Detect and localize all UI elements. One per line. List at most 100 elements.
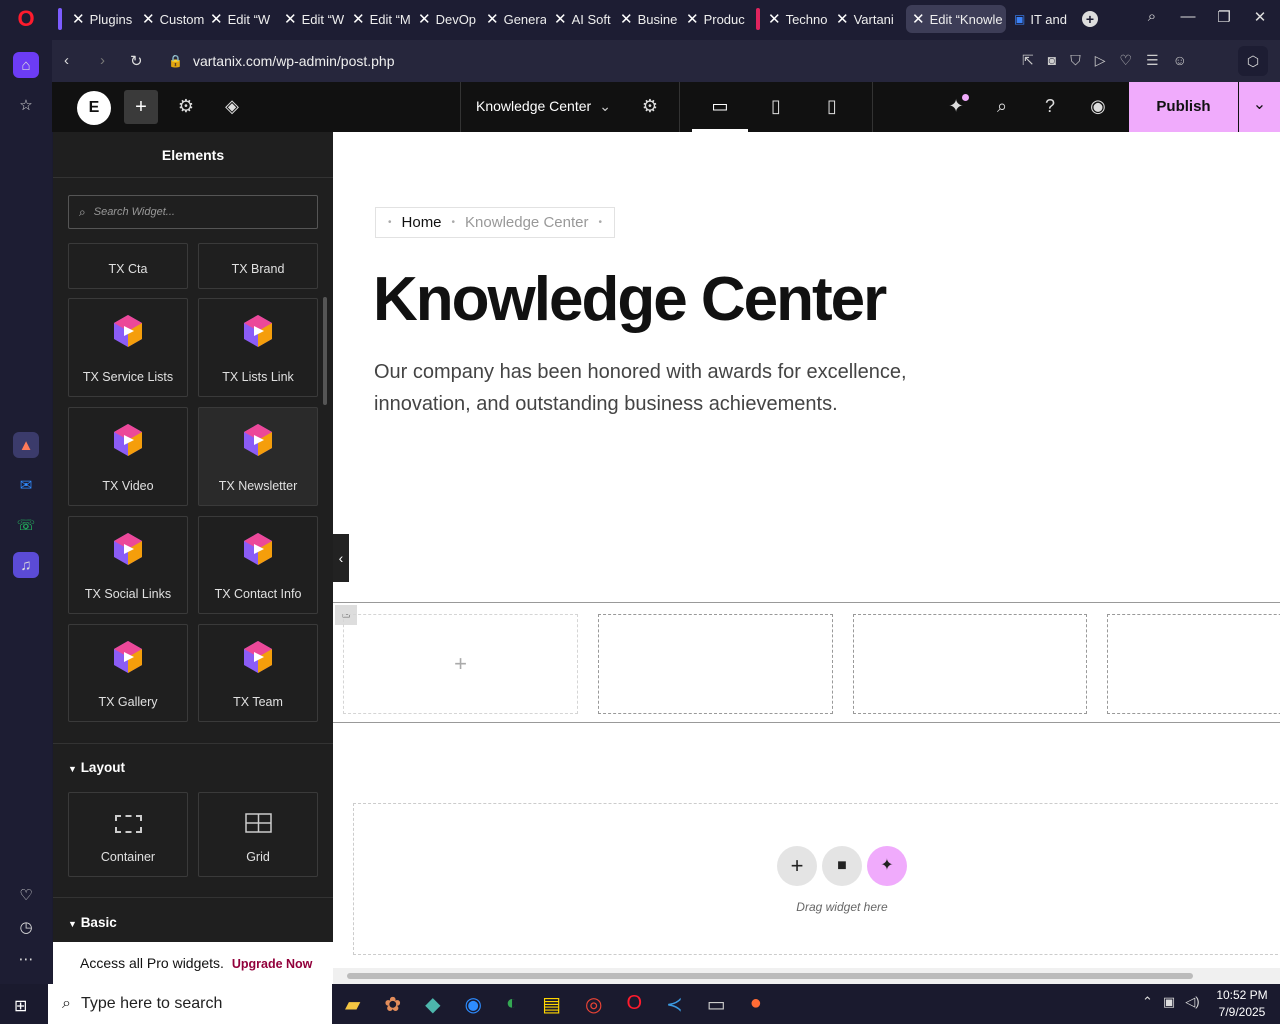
opera-icon[interactable]: O [626,992,642,1017]
messenger-icon[interactable]: ✉ [13,472,39,498]
ai-sparkle-icon[interactable]: ✦ [867,846,907,886]
tab[interactable]: ✕ Plugins [66,5,136,33]
tray-chevron-icon[interactable]: ⌃ [1142,994,1153,1010]
tab[interactable]: ✕ Busine [614,5,680,33]
tab[interactable]: ▣ IT and [1008,5,1076,33]
terminal-icon[interactable]: ▭ [707,992,726,1017]
widget-card[interactable]: TX Brand [198,243,318,289]
windows-start-icon[interactable]: ⊞ [14,996,27,1016]
widget-card[interactable]: TX Gallery [68,624,188,722]
help-icon[interactable]: ? [1038,96,1062,117]
structure-icon[interactable]: ◈ [220,96,244,117]
home-icon[interactable]: ⌂ [13,52,39,78]
taskbar-search[interactable]: ⌕ Type here to search [48,984,332,1024]
widget-card[interactable]: TX Cta [68,243,188,289]
drop-zone[interactable]: + ■ ✦ Drag widget here [353,803,1280,955]
add-element-icon[interactable]: + [124,90,158,124]
whatsapp-icon[interactable]: ☏ [13,512,39,538]
upgrade-now-link[interactable]: Upgrade Now [232,957,313,971]
new-tab-icon[interactable]: + [1082,11,1098,27]
scrollbar-thumb[interactable] [347,973,1193,979]
empty-column[interactable] [1107,614,1280,714]
widget-card[interactable]: TX Contact Info [198,516,318,614]
tab[interactable]: ✕ AI Soft [548,5,614,33]
close-window-icon[interactable]: ✕ [1248,8,1272,26]
tab-active[interactable]: ✕ Edit “Knowle [906,5,1006,33]
reload-icon[interactable]: ↻ [130,52,143,70]
network-icon[interactable]: ▣ [1163,994,1175,1010]
empty-column[interactable] [598,614,833,714]
aria-icon[interactable]: ▲ [13,432,39,458]
canvas-scrollbar[interactable] [333,968,1280,984]
heart-icon[interactable]: ♡ [1119,52,1132,69]
heart-icon[interactable]: ♡ [13,882,39,908]
sticky-notes-icon[interactable]: ▤ [542,992,561,1017]
app-icon[interactable]: ● [750,992,762,1017]
breadcrumb-home[interactable]: Home [402,214,442,231]
widget-card[interactable]: TX Service Lists [68,298,188,397]
search-tabs-icon[interactable]: ⌕ [1140,8,1164,25]
preview-icon[interactable]: ◉ [1086,96,1110,117]
widget-card[interactable]: TX Newsletter [198,407,318,506]
collapse-panel-icon[interactable]: ‹ [333,534,349,582]
empty-container[interactable]: ▭ + [333,602,1280,723]
share-icon[interactable]: ⇱ [1022,52,1034,69]
widget-card[interactable]: TX Social Links [68,516,188,614]
elementor-logo-icon[interactable]: E [77,91,111,125]
file-explorer-icon[interactable]: ▰ [345,992,360,1017]
layout-section-header[interactable]: ▼ Layout [68,760,125,775]
paint-icon[interactable]: ✿ [384,992,401,1017]
add-widget-placeholder[interactable]: + [343,614,578,714]
chrome-icon[interactable]: ◎ [585,992,602,1017]
camera-icon[interactable]: ◙ [1048,52,1056,69]
page-settings-icon[interactable]: ⚙ [638,96,662,117]
speed-dial-icon[interactable]: ☆ [13,92,39,118]
publish-button[interactable]: Publish [1129,82,1238,132]
volume-icon[interactable]: ◁) [1185,994,1199,1010]
minimize-icon[interactable]: — [1176,8,1200,25]
send-icon[interactable]: ▷ [1095,52,1106,69]
site-settings-icon[interactable]: ⚙ [174,96,198,117]
vscode-icon[interactable]: ≺ [666,992,683,1017]
menu-icon[interactable]: ☰ [1146,52,1159,69]
profile-icon[interactable]: ☺ [1173,52,1187,69]
mobile-view-icon[interactable]: ▯ [820,96,844,117]
page-selector[interactable]: Knowledge Center ⌄ [476,98,611,115]
history-icon[interactable]: ◷ [13,914,39,940]
tab[interactable]: ✕ Edit “M [346,5,412,33]
forward-icon[interactable]: › [100,52,105,69]
empty-column[interactable] [853,614,1087,714]
desktop-view-icon[interactable]: ▭ [708,96,732,117]
tab[interactable]: ✕ Edit “W [278,5,344,33]
search-icon[interactable]: ⌕ [990,96,1014,117]
container-widget[interactable]: Container [68,792,188,877]
tab[interactable]: ✕ Genera [480,5,546,33]
tab[interactable]: ✕ Produc [680,5,746,33]
grid-widget[interactable]: Grid [198,792,318,877]
app-icon[interactable]: ◆ [425,992,440,1017]
panel-scrollbar[interactable] [323,297,327,405]
edge-icon[interactable]: ◐ [506,992,518,1017]
tab[interactable]: ✕ Vartani [830,5,896,33]
more-icon[interactable]: ⋯ [13,946,39,972]
add-section-icon[interactable]: + [777,846,817,886]
basic-section-header[interactable]: ▼ Basic [68,915,117,930]
zoom-icon[interactable]: ◉ [465,992,482,1017]
search-widget-input[interactable]: ⌕ Search Widget... [68,195,318,229]
tablet-view-icon[interactable]: ▯ [764,96,788,117]
clock[interactable]: 10:52 PM 7/9/2025 [1210,987,1274,1021]
tab[interactable]: ✕ DevOp [412,5,478,33]
extensions-icon[interactable]: ⬡ [1238,46,1268,76]
back-icon[interactable]: ‹ [64,52,69,69]
publish-options-button[interactable]: ⌄ [1239,82,1280,132]
tab[interactable]: ✕ Techno [762,5,828,33]
restore-icon[interactable]: ❐ [1212,8,1236,26]
tab[interactable]: ✕ Edit “W [204,5,270,33]
widget-card[interactable]: TX Lists Link [198,298,318,397]
tab[interactable]: ✕ Custom [136,5,204,33]
widget-card[interactable]: TX Team [198,624,318,722]
opera-logo-icon[interactable]: O [13,6,39,32]
widget-card[interactable]: TX Video [68,407,188,506]
music-player-icon[interactable]: ♫ [13,552,39,578]
template-library-icon[interactable]: ■ [822,846,862,886]
